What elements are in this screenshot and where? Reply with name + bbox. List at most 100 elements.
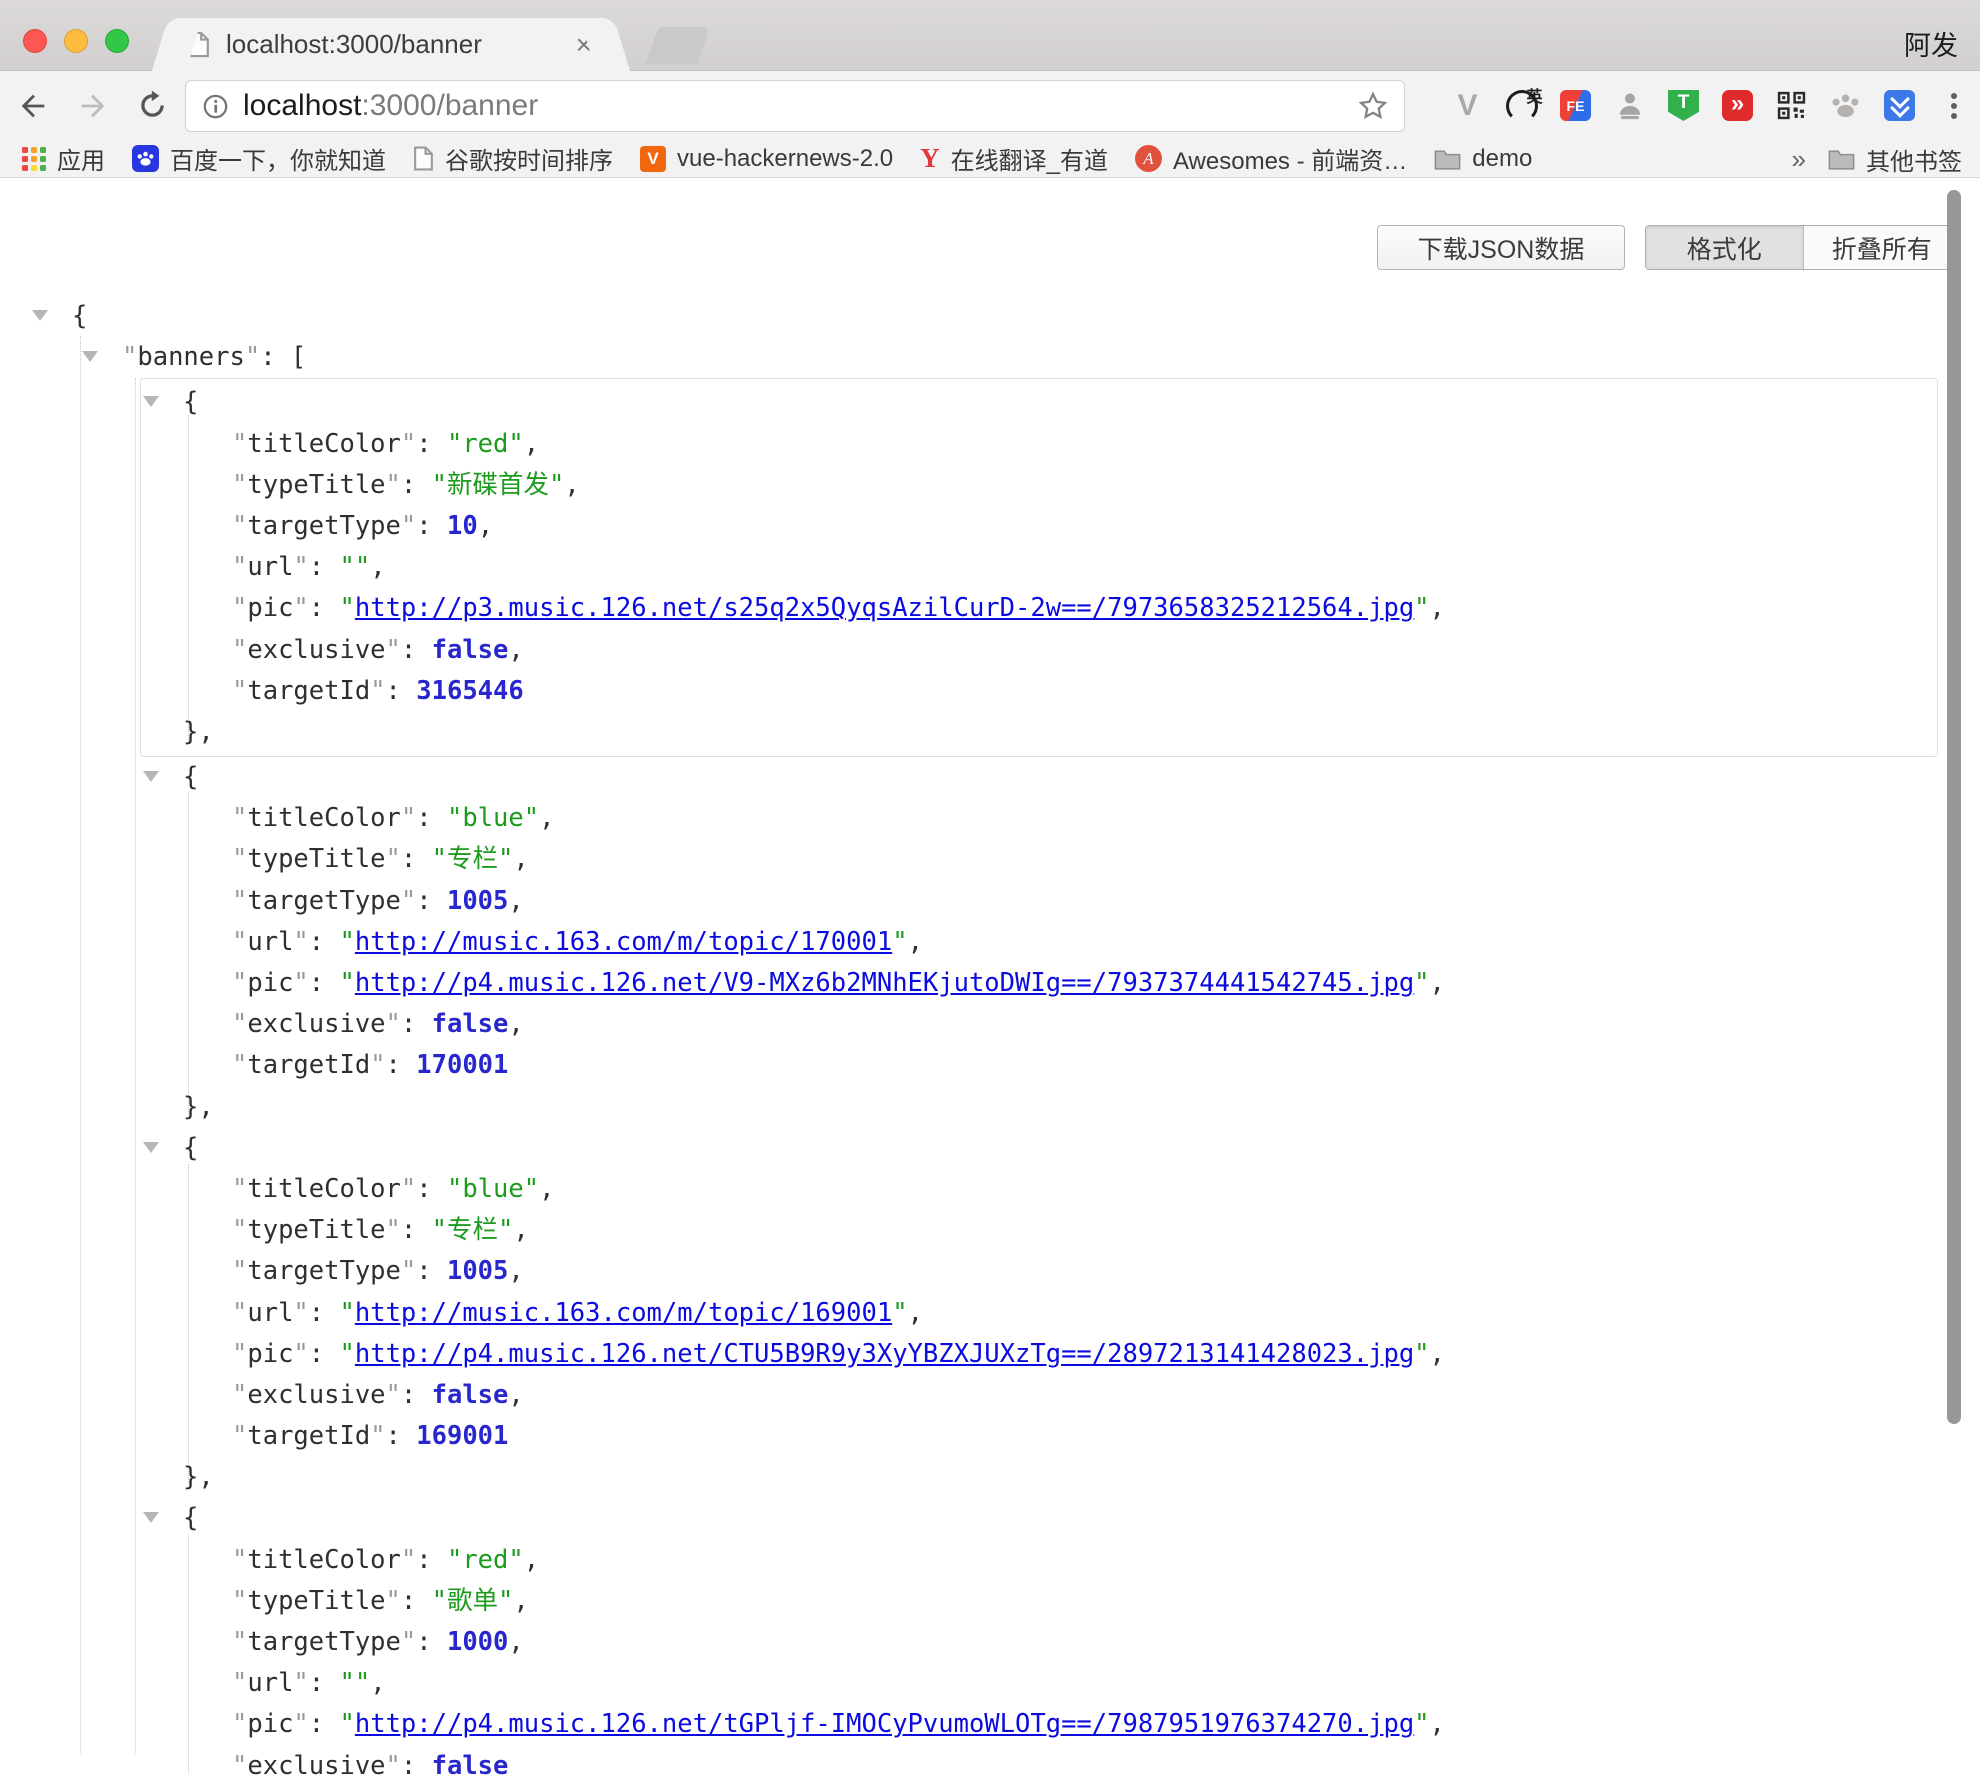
- json-line: "targetType": 1005,: [0, 1251, 1980, 1292]
- collapse-triangle-icon[interactable]: [143, 1512, 159, 1523]
- collapse-triangle-icon[interactable]: [143, 771, 159, 782]
- bookmark-google-sort[interactable]: 谷歌按时间排序: [413, 141, 613, 176]
- download-json-button[interactable]: 下载JSON数据: [1377, 225, 1625, 270]
- address-bar[interactable]: localhost:3000/banner: [185, 80, 1405, 132]
- json-line: "targetType": 1000,: [0, 1622, 1980, 1663]
- youdao-icon: Y: [920, 143, 940, 174]
- json-link[interactable]: http://p3.music.126.net/s25q2x5QyqsAzilC…: [355, 593, 1414, 623]
- vimium-icon[interactable]: V: [1451, 89, 1484, 122]
- bookmark-baidu[interactable]: 百度一下，你就知道: [132, 141, 386, 176]
- json-line: {: [0, 1498, 1980, 1539]
- browser-menu-icon[interactable]: [1937, 89, 1970, 122]
- collapse-triangle-icon[interactable]: [32, 310, 48, 321]
- json-object: {"titleColor": "blue","typeTitle": "专栏",…: [0, 1128, 1980, 1499]
- toolbar: localhost:3000/banner V 英 FE T »: [0, 71, 1980, 140]
- json-line: {: [0, 296, 1980, 337]
- collapse-triangle-icon[interactable]: [143, 396, 159, 407]
- tampermonkey-icon[interactable]: T: [1667, 89, 1700, 122]
- json-line: "titleColor": "red",: [141, 424, 1937, 465]
- bookmarks-overflow-chevron[interactable]: »: [1792, 144, 1806, 175]
- sync-shield-icon[interactable]: [1883, 89, 1916, 122]
- profile-name[interactable]: 阿发: [1904, 24, 1958, 63]
- bookmark-awesomes[interactable]: A Awesomes - 前端资…: [1135, 141, 1407, 176]
- person-icon[interactable]: [1613, 89, 1646, 122]
- page-icon: [188, 31, 210, 58]
- translate-icon[interactable]: 英: [1505, 89, 1538, 122]
- forward-button[interactable]: [76, 89, 110, 123]
- json-line: "pic": "http://p4.music.126.net/V9-MXz6b…: [0, 963, 1980, 1004]
- json-line: "typeTitle": "新碟首发",: [141, 465, 1937, 506]
- json-link[interactable]: http://p4.music.126.net/V9-MXz6b2MNhEKju…: [355, 968, 1414, 998]
- bookmark-star-icon[interactable]: [1358, 91, 1388, 121]
- video-download-icon[interactable]: »: [1721, 89, 1754, 122]
- json-line: },: [0, 1457, 1980, 1498]
- bookmark-vue-hackernews[interactable]: V vue-hackernews-2.0: [640, 145, 893, 173]
- apps-grid-icon: [22, 147, 46, 171]
- browser-window: { "browser": { "profile_name": "阿发", "ta…: [0, 0, 1980, 1754]
- new-tab-button[interactable]: [645, 27, 710, 64]
- json-line: {: [0, 1128, 1980, 1169]
- json-link[interactable]: http://p4.music.126.net/tGPljf-IMOCyPvum…: [355, 1709, 1414, 1739]
- collapse-all-button[interactable]: 折叠所有: [1803, 226, 1961, 269]
- json-line: "titleColor": "blue",: [0, 1169, 1980, 1210]
- json-line: "exclusive": false,: [0, 1004, 1980, 1045]
- collapse-triangle-icon[interactable]: [143, 1142, 159, 1153]
- paw-icon[interactable]: [1829, 89, 1862, 122]
- json-line: "exclusive": false,: [0, 1375, 1980, 1416]
- fehelper-icon[interactable]: FE: [1559, 89, 1592, 122]
- url-path: :3000/banner: [361, 89, 538, 123]
- vue-icon: V: [640, 146, 666, 172]
- browser-tab[interactable]: localhost:3000/banner: [176, 18, 606, 71]
- bookmark-demo-folder[interactable]: demo: [1434, 145, 1532, 173]
- tab-close-icon[interactable]: [576, 31, 592, 59]
- json-line: "titleColor": "blue",: [0, 798, 1980, 839]
- json-line: "typeTitle": "专栏",: [0, 1210, 1980, 1251]
- vertical-scrollbar[interactable]: [1947, 190, 1961, 1424]
- json-line: },: [0, 1087, 1980, 1128]
- minimize-window-button[interactable]: [64, 29, 88, 53]
- json-line: "pic": "http://p4.music.126.net/CTU5B9R9…: [0, 1334, 1980, 1375]
- page-icon: [413, 146, 434, 171]
- json-line: "targetType": 1005,: [0, 881, 1980, 922]
- awesomes-icon: A: [1135, 145, 1162, 172]
- json-line: "banners": [: [0, 337, 1980, 378]
- json-line: "pic": "http://p3.music.126.net/s25q2x5Q…: [141, 588, 1937, 629]
- bookmarks-bar: 应用 百度一下，你就知道 谷歌按时间排序 V vue-hackernews-2.…: [0, 140, 1980, 178]
- url-host: localhost: [243, 89, 361, 123]
- json-line: {: [0, 757, 1980, 798]
- json-line: "typeTitle": "歌单",: [0, 1581, 1980, 1622]
- close-window-button[interactable]: [23, 29, 47, 53]
- collapse-triangle-icon[interactable]: [82, 351, 98, 362]
- json-line: "url": "http://music.163.com/m/topic/169…: [0, 1293, 1980, 1334]
- json-line: "targetId": 170001: [0, 1045, 1980, 1086]
- folder-icon: [1434, 148, 1461, 170]
- format-button[interactable]: 格式化: [1646, 226, 1803, 269]
- json-line: },: [141, 712, 1937, 753]
- json-line: {: [141, 382, 1937, 423]
- json-object: {"titleColor": "blue","typeTitle": "专栏",…: [0, 757, 1980, 1128]
- json-line: "url": "",: [0, 1663, 1980, 1704]
- other-bookmarks-folder[interactable]: 其他书签: [1828, 142, 1962, 177]
- fullscreen-window-button[interactable]: [105, 29, 129, 53]
- json-link[interactable]: http://music.163.com/m/topic/169001: [355, 1298, 892, 1328]
- json-line: "titleColor": "red",: [0, 1540, 1980, 1581]
- json-object: {"titleColor": "red","typeTitle": "新碟首发"…: [140, 378, 1938, 757]
- qrcode-icon[interactable]: [1775, 89, 1808, 122]
- json-line: "exclusive": false,: [141, 630, 1937, 671]
- json-line: "typeTitle": "专栏",: [0, 839, 1980, 880]
- json-link[interactable]: http://music.163.com/m/topic/170001: [355, 927, 892, 957]
- tab-title: localhost:3000/banner: [226, 29, 560, 60]
- json-link[interactable]: http://p4.music.126.net/CTU5B9R9y3XyYBZX…: [355, 1339, 1414, 1369]
- bookmark-apps[interactable]: 应用: [22, 141, 105, 176]
- back-button[interactable]: [16, 89, 50, 123]
- bookmark-youdao[interactable]: Y 在线翻译_有道: [920, 141, 1108, 176]
- page-content: 下载JSON数据 格式化 折叠所有 {"banners": [{"titleCo…: [0, 179, 1980, 1754]
- json-tree: {"banners": [{"titleColor": "red","typeT…: [0, 296, 1980, 1754]
- json-line: "exclusive": false: [0, 1746, 1980, 1787]
- json-line: "url": "",: [141, 547, 1937, 588]
- reload-button[interactable]: [136, 89, 169, 122]
- titlebar: localhost:3000/banner 阿发: [0, 0, 1980, 71]
- json-object: {"titleColor": "red","typeTitle": "歌单","…: [0, 1498, 1980, 1786]
- info-icon[interactable]: [202, 93, 229, 120]
- folder-icon: [1828, 148, 1855, 170]
